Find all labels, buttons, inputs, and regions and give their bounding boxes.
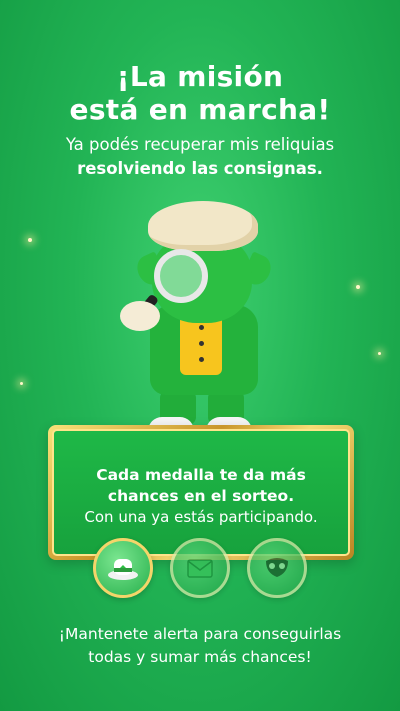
panel-line-1: Cada medalla te da más [96, 466, 306, 484]
page-title: ¡La misión está en marcha! [0, 60, 400, 126]
magnifying-glass-icon [154, 249, 208, 303]
footer-line-1: ¡Mantenete alerta para conseguirlas [58, 625, 342, 643]
sparkle-decoration [356, 285, 360, 289]
title-line-1: ¡La misión [116, 60, 284, 93]
mascot-illustration [110, 201, 290, 440]
footer-line-2: todas y sumar más chances! [88, 648, 312, 666]
sparkle-decoration [378, 352, 381, 355]
hat-medal-icon [108, 559, 138, 580]
page-subtitle: Ya podés recuperar mis reliquias resolvi… [0, 133, 400, 181]
sparkle-decoration [20, 382, 23, 385]
subtitle-line-2: resolviendo las consignas. [77, 159, 323, 178]
footer-message: ¡Mantenete alerta para conseguirlas toda… [0, 623, 400, 669]
sparkle-decoration [28, 238, 32, 242]
panel-line-3: Con una ya estás participando. [84, 508, 318, 526]
subtitle-line-1: Ya podés recuperar mis reliquias [65, 135, 335, 154]
envelope-medal-icon [187, 559, 213, 578]
panel-line-2: chances en el sorteo. [107, 487, 295, 505]
medal-hat[interactable] [93, 538, 153, 598]
title-line-2: está en marcha! [69, 93, 331, 126]
medal-mask[interactable] [247, 538, 307, 598]
mask-medal-icon [266, 558, 288, 577]
medals-row [0, 538, 400, 602]
medal-envelope[interactable] [170, 538, 230, 598]
